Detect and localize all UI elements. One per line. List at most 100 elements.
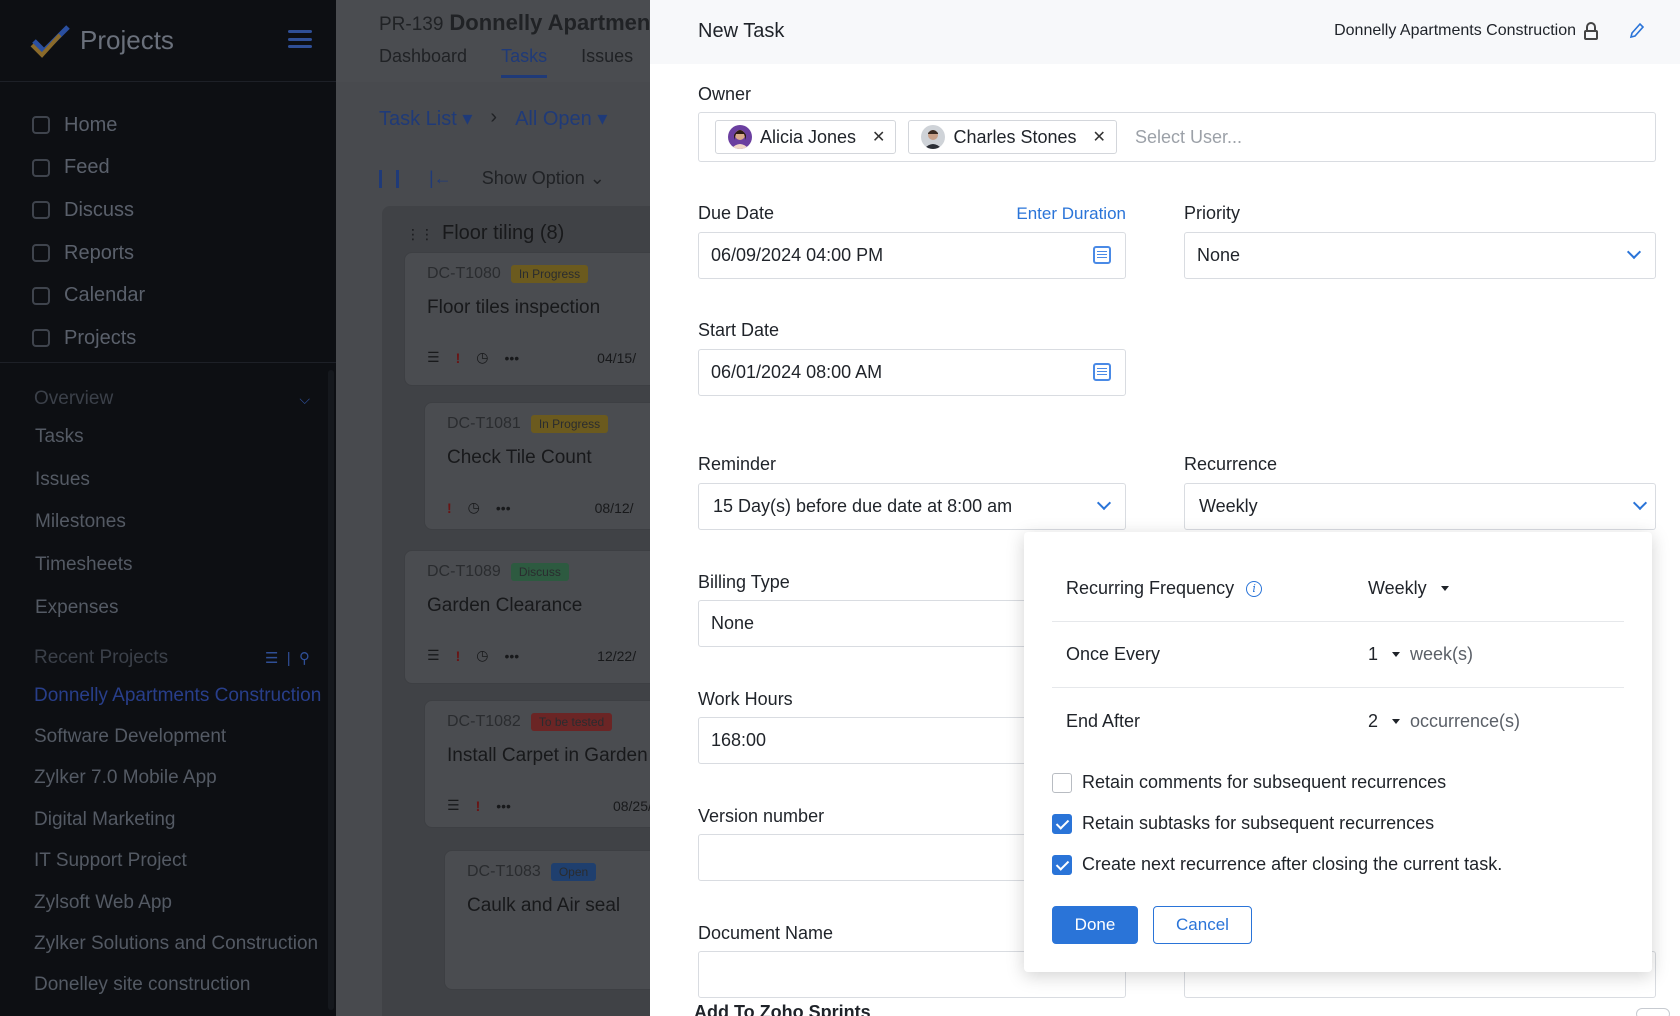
task-id: DC-T1080 In Progress xyxy=(427,265,589,283)
due-date-field[interactable]: 06/09/2024 04:00 PM xyxy=(698,232,1126,279)
sidebar-item-milestones[interactable]: Milestones xyxy=(0,501,336,544)
nav-feed[interactable]: Feed xyxy=(0,147,336,190)
once-every-select[interactable]: 1 week(s) xyxy=(1368,644,1473,665)
avatar xyxy=(728,125,752,149)
task-card[interactable]: DC-T1080 In Progress Floor tiles inspecti… xyxy=(404,252,650,386)
close-icon[interactable]: ✕ xyxy=(872,127,885,147)
recurring-frequency-value: Weekly xyxy=(1368,578,1427,598)
tab-issues[interactable]: Issues xyxy=(581,46,633,78)
recent-project-item[interactable]: Zylker 7.0 Mobile App xyxy=(0,758,336,799)
sidebar-item-tasks[interactable]: Tasks xyxy=(0,416,336,459)
task-board-overlay: PR-139Donnelly Apartments Construction D… xyxy=(336,0,650,1016)
timer-icon[interactable]: ◷ xyxy=(476,647,488,664)
calendar-icon[interactable] xyxy=(1093,363,1111,381)
avatar xyxy=(921,125,946,149)
tab-dashboard[interactable]: Dashboard xyxy=(379,46,467,78)
task-title[interactable]: Install Carpet in Garden xyxy=(447,745,648,767)
subtask-icon[interactable]: ☰ xyxy=(427,647,440,664)
status-badge[interactable]: Discuss xyxy=(510,563,569,581)
recent-project-item[interactable]: Zylker Solutions and Construction xyxy=(0,923,336,964)
close-icon[interactable]: ✕ xyxy=(1093,127,1106,147)
columns-icon[interactable] xyxy=(379,169,399,188)
create-after-close-option[interactable]: Create next recurrence after closing the… xyxy=(1052,854,1502,875)
enter-duration-link[interactable]: Enter Duration xyxy=(982,204,1126,224)
subtask-icon[interactable]: ☰ xyxy=(447,797,460,814)
priority-select[interactable]: None xyxy=(1184,232,1656,279)
filter-icon[interactable]: ☰ | ⚲ xyxy=(265,649,310,667)
status-badge[interactable]: In Progress xyxy=(510,265,589,283)
more-icon[interactable]: ••• xyxy=(504,648,519,664)
recent-project-item[interactable]: Zylsoft Web App xyxy=(0,882,336,923)
owner-name: Charles Stones xyxy=(953,126,1077,147)
nav-home[interactable]: Home xyxy=(0,104,336,147)
task-id-text: DC-T1080 xyxy=(427,265,501,282)
retain-subtasks-option[interactable]: Retain subtasks for subsequent recurrenc… xyxy=(1052,813,1434,834)
timer-icon[interactable]: ◷ xyxy=(476,349,488,366)
recent-project-item[interactable]: Software Development xyxy=(0,716,336,757)
recent-project-item[interactable]: IT Support Project xyxy=(0,841,336,882)
more-icon[interactable]: ••• xyxy=(496,798,511,814)
nav-discuss[interactable]: Discuss xyxy=(0,189,336,232)
retain-subtasks-checkbox[interactable] xyxy=(1052,813,1072,834)
subtask-icon[interactable]: ☰ xyxy=(427,349,440,366)
filter-dropdown[interactable]: All Open ▾ xyxy=(515,106,607,131)
sidebar-item-issues[interactable]: Issues xyxy=(0,459,336,502)
nav-calendar[interactable]: Calendar xyxy=(0,274,336,317)
add-to-sprints-label[interactable]: Add To Zoho Sprints xyxy=(694,1002,871,1016)
done-button[interactable]: Done xyxy=(1052,906,1138,944)
lock-icon[interactable] xyxy=(1584,22,1598,40)
task-list-dropdown[interactable]: Task List ▾ xyxy=(379,106,472,131)
task-card[interactable]: DC-T1089 Discuss Garden Clearance ☰! ◷ ••• 1… xyxy=(404,550,650,684)
end-after-select[interactable]: 2 occurrence(s) xyxy=(1368,711,1520,732)
drag-handle-icon[interactable]: ⋮⋮ xyxy=(406,226,434,242)
sprints-toggle[interactable] xyxy=(1636,1008,1670,1016)
tab-tasks[interactable]: Tasks xyxy=(501,46,548,78)
status-badge[interactable]: To be tested xyxy=(530,713,613,731)
sidebar-scrollbar[interactable] xyxy=(328,370,334,1010)
task-card[interactable]: DC-T1083 Open Caulk and Air seal xyxy=(444,850,650,990)
overview-section-header[interactable]: Overview ⌵ xyxy=(0,382,336,416)
recurrence-select[interactable]: Weekly xyxy=(1184,483,1656,530)
recurring-frequency-select[interactable]: Weekly xyxy=(1368,578,1449,599)
timer-icon[interactable]: ◷ xyxy=(468,499,480,516)
more-icon[interactable]: ••• xyxy=(504,350,519,366)
end-after-value: 2 xyxy=(1368,710,1379,731)
nav-projects[interactable]: Projects xyxy=(0,317,336,360)
retain-comments-checkbox[interactable] xyxy=(1052,772,1072,793)
status-badge[interactable]: In Progress xyxy=(530,415,609,433)
discuss-icon xyxy=(32,201,50,220)
menu-toggle-icon[interactable] xyxy=(288,30,312,48)
reminder-select[interactable]: 15 Day(s) before due date at 8:00 am xyxy=(698,483,1126,530)
select-user-input[interactable]: Select User... xyxy=(1135,127,1242,148)
nav-label: Feed xyxy=(64,156,110,179)
status-badge[interactable]: Open xyxy=(550,863,597,881)
owner-field[interactable]: Alicia Jones ✕ Charles Stones ✕ Select U… xyxy=(698,112,1656,162)
create-after-close-checkbox[interactable] xyxy=(1052,854,1072,875)
more-icon[interactable]: ••• xyxy=(496,500,511,516)
retain-comments-option[interactable]: Retain comments for subsequent recurrenc… xyxy=(1052,772,1446,793)
calendar-icon[interactable] xyxy=(1093,246,1111,264)
task-card[interactable]: DC-T1082 To be tested Install Carpet in G… xyxy=(424,700,650,828)
task-card[interactable]: DC-T1081 In Progress Check Tile Count ! ◷ •… xyxy=(424,402,650,530)
task-title[interactable]: Floor tiles inspection xyxy=(427,297,600,319)
chevron-down-icon: ⌵ xyxy=(299,390,310,407)
start-date-field[interactable]: 06/01/2024 08:00 AM xyxy=(698,349,1126,396)
retain-subtasks-label: Retain subtasks for subsequent recurrenc… xyxy=(1082,813,1435,833)
task-title[interactable]: Check Tile Count xyxy=(447,447,592,469)
sidebar-item-expenses[interactable]: Expenses xyxy=(0,586,336,629)
reminder-label: Reminder xyxy=(698,454,777,474)
collapse-icon[interactable]: |← xyxy=(429,168,452,189)
cancel-button[interactable]: Cancel xyxy=(1153,906,1252,944)
caret-down-icon xyxy=(1392,652,1401,657)
recent-project-item[interactable]: Digital Marketing xyxy=(0,799,336,840)
recent-project-item[interactable]: Donelley site construction xyxy=(0,965,336,1006)
recent-project-item[interactable]: Donnelly Apartments Construction xyxy=(0,675,336,716)
nav-reports[interactable]: Reports xyxy=(0,232,336,275)
pencil-icon[interactable] xyxy=(1628,22,1645,40)
info-icon[interactable]: i xyxy=(1246,580,1263,597)
show-option-dropdown[interactable]: Show Option ⌄ xyxy=(482,168,605,189)
sidebar-item-timesheets[interactable]: Timesheets xyxy=(0,544,336,587)
task-title[interactable]: Caulk and Air seal xyxy=(467,895,620,917)
task-title[interactable]: Garden Clearance xyxy=(427,595,582,617)
end-after-row: End After 2 occurrence(s) xyxy=(1052,688,1624,754)
